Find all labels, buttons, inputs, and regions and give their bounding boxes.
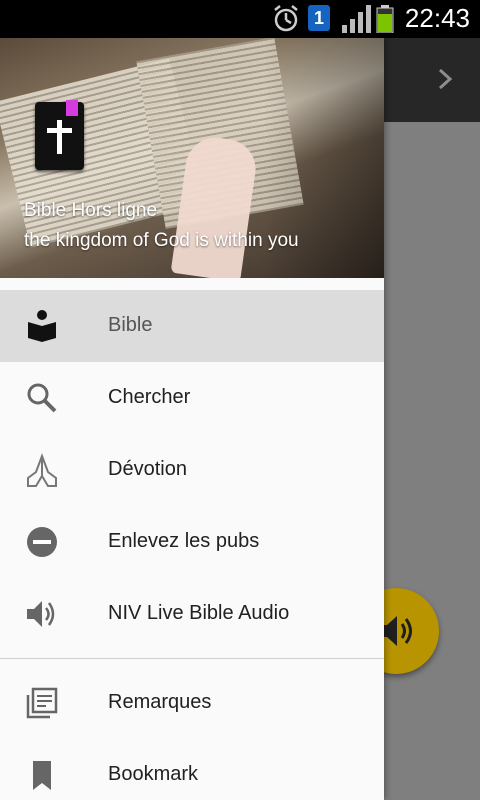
notification-icon: 1	[308, 5, 330, 31]
menu-item-label: Dévotion	[108, 458, 187, 480]
menu-item-chercher[interactable]: Chercher	[0, 362, 384, 434]
bookmark-icon	[33, 761, 51, 790]
alarm-icon	[274, 5, 298, 32]
status-bar: 1 22:43	[0, 0, 480, 38]
menu-item-audio[interactable]: NIV Live Bible Audio	[0, 578, 384, 650]
drawer-subtitle: the kingdom of God is within you	[24, 230, 299, 251]
notes-icon	[26, 687, 58, 719]
menu-item-remove-ads[interactable]: Enlevez les pubs	[0, 506, 384, 578]
menu-divider	[0, 658, 384, 659]
menu-item-label: Chercher	[108, 386, 191, 408]
app-logo-icon	[35, 100, 84, 170]
navigation-drawer: Bible Hors ligne the kingdom of God is w…	[0, 38, 384, 800]
remove-circle-icon	[27, 527, 57, 557]
signal-icon	[342, 5, 371, 33]
bible-reader-icon	[28, 310, 56, 342]
drawer-menu: Bible Chercher Dévotion Enlevez les pubs	[0, 290, 384, 800]
menu-item-label: Enlevez les pubs	[108, 530, 260, 552]
menu-item-label: Remarques	[108, 691, 212, 713]
battery-icon	[376, 5, 394, 33]
menu-item-devotion[interactable]: Dévotion	[0, 434, 384, 506]
drawer-header: Bible Hors ligne the kingdom of God is w…	[0, 38, 384, 278]
praying-hands-icon	[27, 453, 57, 487]
status-time: 22:43	[404, 3, 470, 33]
menu-item-remarques[interactable]: Remarques	[0, 667, 384, 739]
menu-item-label: Bible	[108, 314, 153, 336]
search-icon	[27, 383, 57, 413]
menu-item-label: NIV Live Bible Audio	[108, 602, 290, 624]
menu-item-bible[interactable]: Bible	[0, 290, 384, 362]
menu-item-bookmark[interactable]: Bookmark	[0, 739, 384, 800]
drawer-title: Bible Hors ligne	[24, 200, 158, 221]
menu-item-label: Bookmark	[108, 763, 199, 785]
volume-icon	[27, 601, 55, 627]
